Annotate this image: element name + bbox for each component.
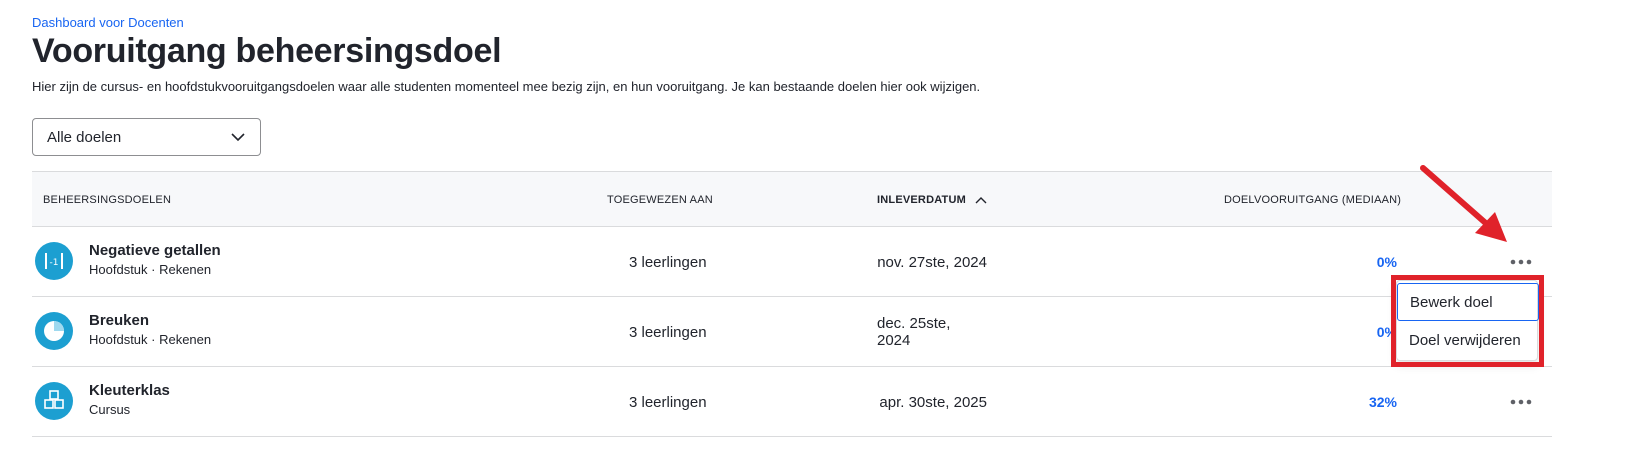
more-options-icon[interactable] (1506, 391, 1536, 413)
header-due-label: INLEVERDATUM (877, 194, 966, 206)
fractions-icon (35, 312, 73, 350)
page-title: Vooruitgang beheersingsdoel (32, 32, 502, 70)
table-row: Breuken Hoofdstuk · Rekenen 3 leerlingen… (32, 297, 1552, 367)
header-due-date[interactable]: INLEVERDATUM (877, 172, 987, 228)
goal-title[interactable]: Negatieve getallen (89, 242, 221, 259)
due-date: nov. 27ste, 2024 (877, 253, 987, 271)
goal-progress: 0% (1376, 324, 1397, 340)
assigned-count: 3 leerlingen (629, 323, 707, 341)
negative-numbers-icon: -1 (35, 242, 73, 280)
goal-title[interactable]: Kleuterklas (89, 382, 170, 399)
filter-value: Alle doelen (47, 128, 122, 146)
table-header: BEHEERSINGSDOELEN TOEGEWEZEN AAN INLEVER… (32, 171, 1552, 227)
header-goals: BEHEERSINGSDOELEN (43, 194, 172, 206)
chevron-down-icon (230, 129, 246, 145)
table-row: -1 Negatieve getallen Hoofdstuk · Rekene… (32, 227, 1552, 297)
due-date: dec. 25ste, 2024 (877, 315, 951, 349)
svg-text:-1: -1 (50, 258, 59, 268)
breadcrumb[interactable]: Dashboard voor Docenten (32, 15, 184, 30)
page-description: Hier zijn de cursus- en hoofdstukvooruit… (32, 79, 981, 94)
blocks-icon (35, 382, 73, 420)
goal-subtitle: Cursus (89, 402, 131, 417)
header-progress: DOELVOORUITGANG (MEDIAAN) (1224, 194, 1402, 206)
goal-progress: 0% (1376, 254, 1397, 270)
goal-subtitle: Hoofdstuk · Rekenen (89, 262, 212, 277)
due-date: apr. 30ste, 2025 (879, 393, 987, 411)
goals-table: BEHEERSINGSDOELEN TOEGEWEZEN AAN INLEVER… (32, 171, 1552, 437)
goal-progress: 32% (1368, 394, 1397, 410)
chevron-up-icon (975, 196, 987, 204)
annotation-highlight-box (1391, 275, 1544, 367)
annotation-arrow-icon (1420, 165, 1507, 242)
assigned-count: 3 leerlingen (629, 393, 707, 411)
more-options-icon[interactable] (1506, 251, 1536, 273)
header-assigned: TOEGEWEZEN AAN (607, 194, 713, 206)
assigned-count: 3 leerlingen (629, 253, 707, 271)
goal-subtitle: Hoofdstuk · Rekenen (89, 332, 212, 347)
goal-filter-select[interactable]: Alle doelen (32, 118, 261, 156)
table-row: Kleuterklas Cursus 3 leerlingen apr. 30s… (32, 367, 1552, 437)
goal-title[interactable]: Breuken (89, 312, 149, 329)
